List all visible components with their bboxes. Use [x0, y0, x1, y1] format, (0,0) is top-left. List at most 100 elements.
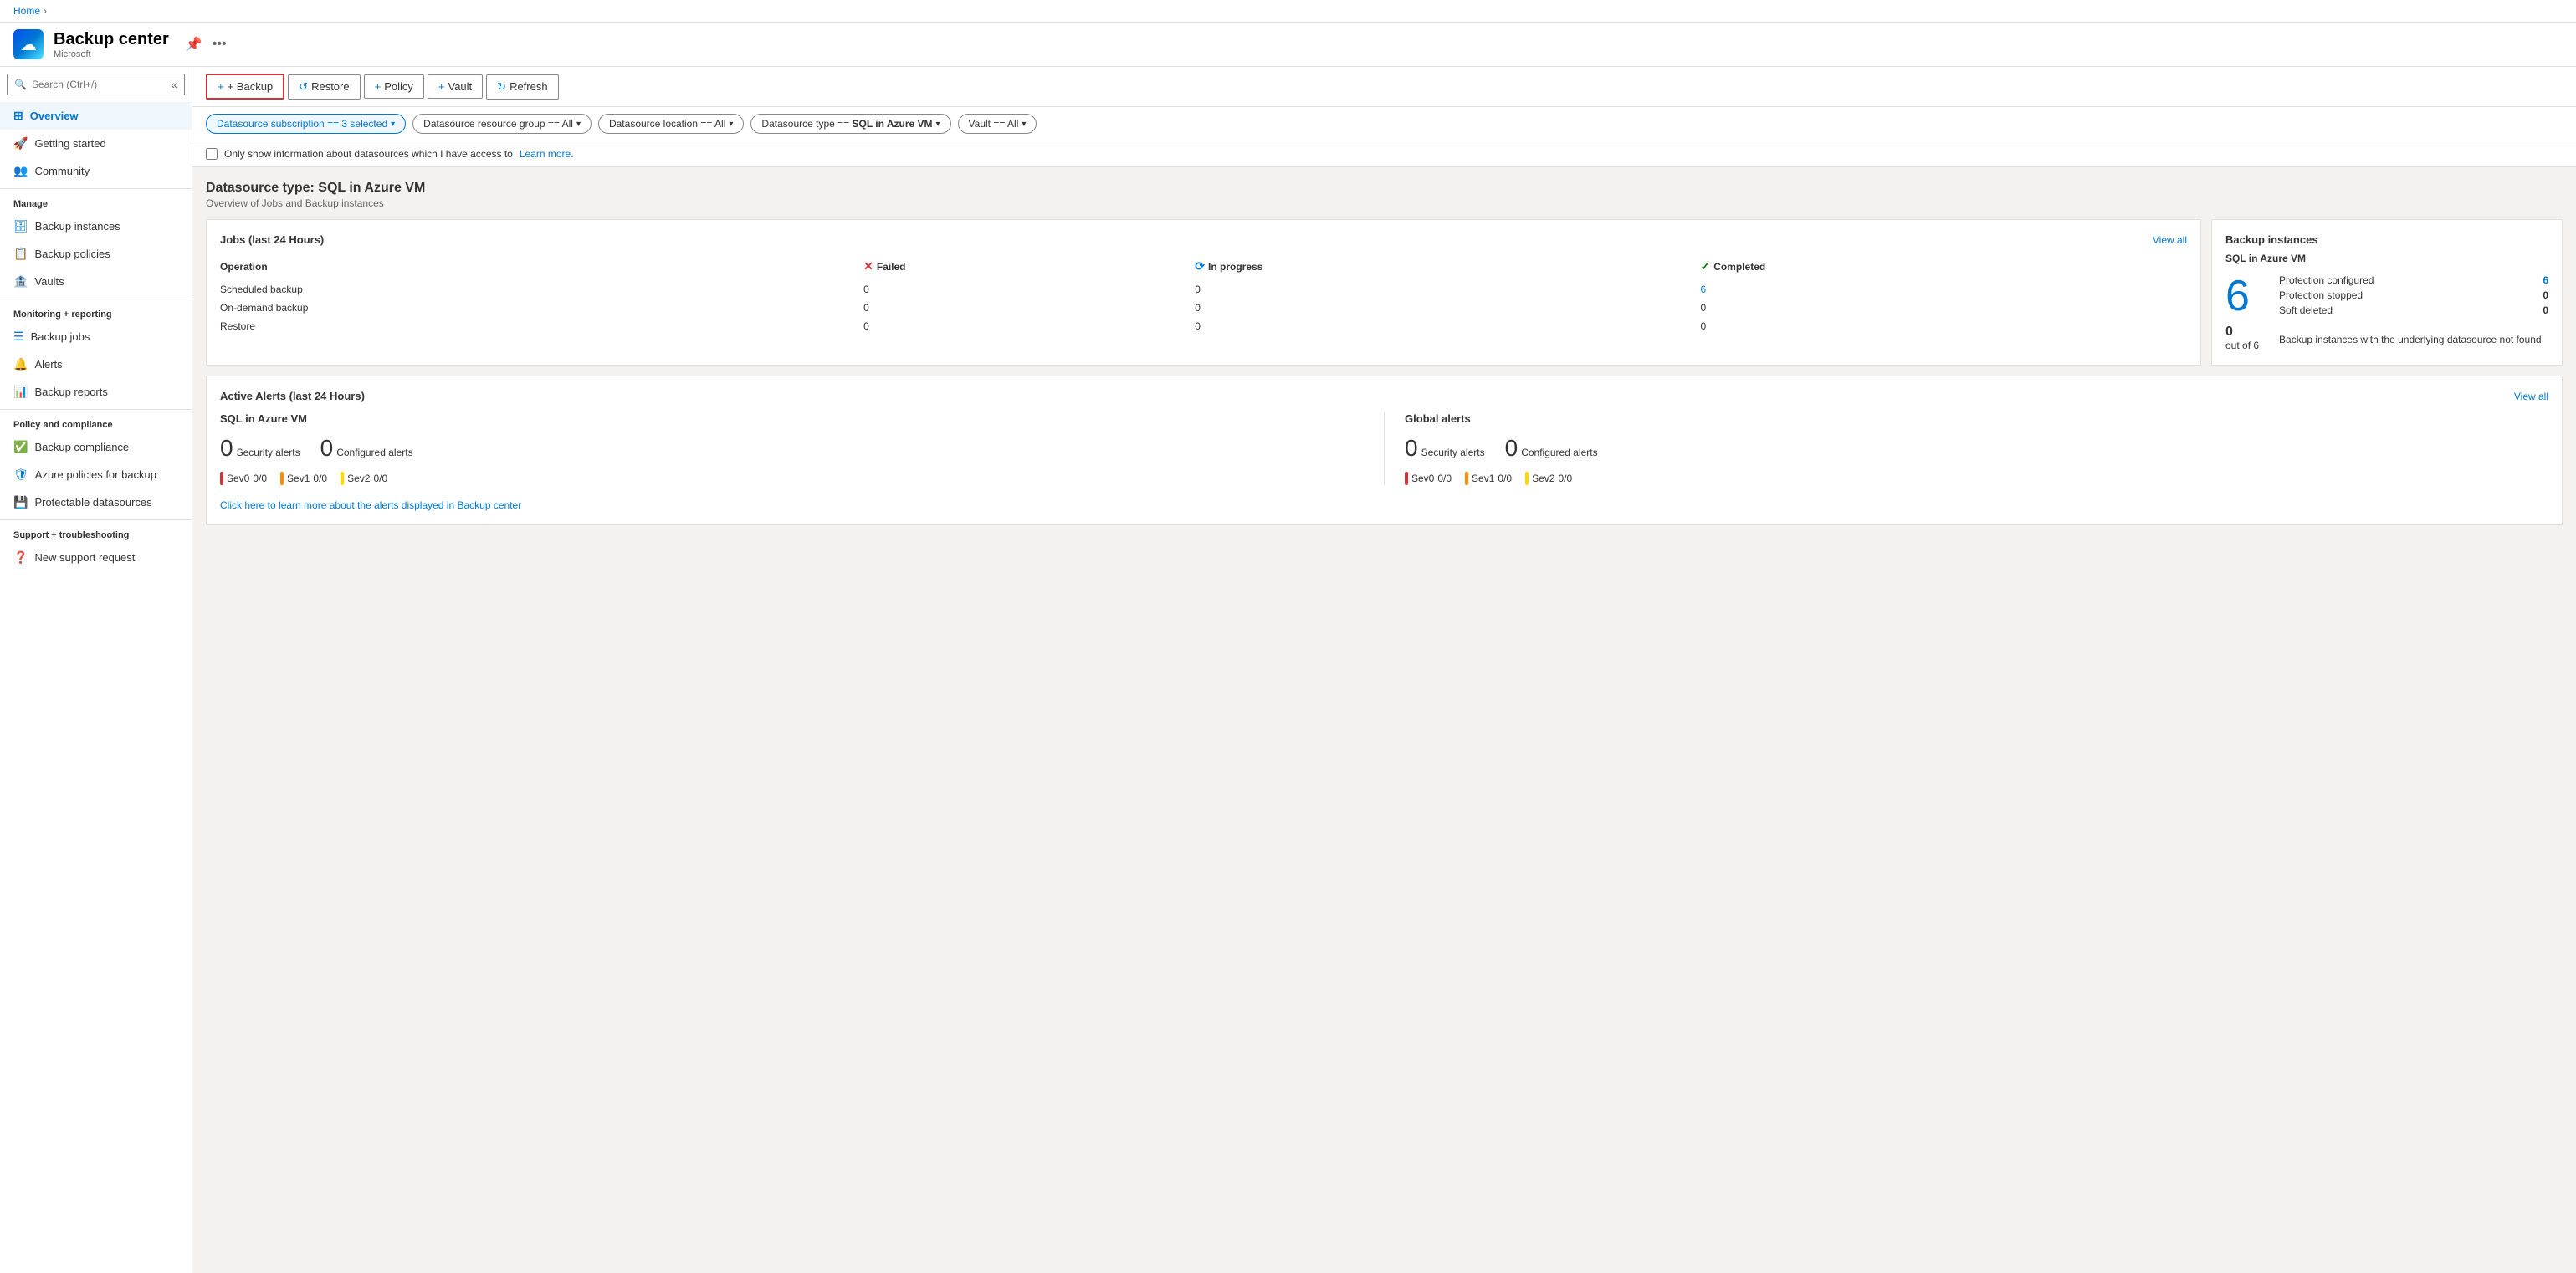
filter-subscription-chevron: ▾: [391, 120, 395, 129]
restore-button[interactable]: ↺ Restore: [288, 74, 360, 100]
collapse-icon[interactable]: «: [171, 78, 177, 91]
alerts-sql-security-label: Security alerts: [237, 447, 300, 458]
global-sev2-value: 0/0: [1558, 473, 1572, 484]
app-subtitle: Microsoft: [54, 49, 169, 59]
community-icon: 👥: [13, 164, 28, 178]
sidebar-item-vaults[interactable]: 🏦 Vaults: [0, 268, 192, 295]
backup-plus-icon: +: [218, 80, 224, 93]
jobs-inprogress-2: 0: [1195, 317, 1700, 335]
sidebar-item-community[interactable]: 👥 Community: [0, 157, 192, 185]
vault-plus-icon: +: [438, 80, 445, 93]
sidebar-item-azure-policies[interactable]: 🛡 Azure policies for backup: [0, 461, 192, 488]
datasource-subtitle: Overview of Jobs and Backup instances: [206, 197, 2563, 209]
new-support-icon: ❓: [13, 550, 28, 565]
filter-vault[interactable]: Vault == All ▾: [958, 114, 1037, 134]
pin-icon[interactable]: 📌: [186, 36, 202, 53]
bi-out-of-total: out of 6: [2225, 340, 2259, 351]
bi-datasource-type: SQL in Azure VM: [2225, 253, 2548, 264]
protectable-icon: 💾: [13, 495, 28, 509]
global-sev0-label: Sev0: [1411, 473, 1434, 484]
app-icon: ☁: [13, 29, 44, 59]
sidebar-item-backup-compliance[interactable]: ✅ Backup compliance: [0, 433, 192, 461]
sidebar-item-alerts[interactable]: 🔔 Alerts: [0, 350, 192, 378]
global-sev0-bar: [1405, 472, 1408, 485]
vault-button[interactable]: + Vault: [428, 74, 483, 99]
jobs-inprogress-0: 0: [1195, 280, 1700, 299]
sidebar-item-new-support[interactable]: ❓ New support request: [0, 544, 192, 571]
alerts-sql-configured-count: 0: [320, 435, 334, 462]
support-section-header: Support + troubleshooting: [0, 519, 192, 544]
backup-instances-card: Backup instances SQL in Azure VM 6 0 out…: [2211, 219, 2563, 366]
filter-loc-chevron: ▾: [729, 120, 733, 129]
bi-out-of-desc: Backup instances with the underlying dat…: [2279, 334, 2542, 345]
sidebar-item-backup-jobs[interactable]: ☰ Backup jobs: [0, 323, 192, 350]
alerts-global-security-count: 0: [1405, 435, 1418, 462]
jobs-col-failed: ✕ Failed: [863, 256, 1195, 280]
bi-stat-row-0: Protection configured 6: [2279, 274, 2548, 286]
sidebar-item-backup-reports[interactable]: 📊 Backup reports: [0, 378, 192, 406]
filter-subscription[interactable]: Datasource subscription == 3 selected ▾: [206, 114, 406, 134]
alerts-footer-link[interactable]: Click here to learn more about the alert…: [220, 499, 521, 511]
jobs-view-all-link[interactable]: View all: [2153, 234, 2187, 246]
monitoring-section-header: Monitoring + reporting: [0, 299, 192, 323]
global-sev2-label: Sev2: [1532, 473, 1554, 484]
sidebar-item-getting-started[interactable]: 🚀 Getting started: [0, 130, 192, 157]
search-input[interactable]: [32, 79, 166, 90]
completed-icon: ✓: [1700, 259, 1710, 274]
learn-more-link[interactable]: Learn more.: [520, 148, 574, 160]
jobs-col-operation: Operation: [220, 256, 863, 280]
breadcrumb-home[interactable]: Home: [13, 5, 40, 17]
jobs-col-in-progress: ⟳ In progress: [1195, 256, 1700, 280]
alerts-card-title: Active Alerts (last 24 Hours): [220, 390, 365, 402]
filter-type-chevron: ▾: [936, 120, 940, 129]
ellipsis-icon[interactable]: •••: [213, 37, 227, 52]
filter-resource-group[interactable]: Datasource resource group == All ▾: [412, 114, 592, 134]
alerts-global-title: Global alerts: [1405, 412, 2548, 425]
bi-stat-val-0[interactable]: 6: [2543, 274, 2548, 286]
alerts-sql-section: SQL in Azure VM 0 Security alerts 0 Conf…: [220, 412, 1384, 485]
global-sev1-label: Sev1: [1472, 473, 1494, 484]
manage-section-header: Manage: [0, 188, 192, 212]
global-sev1-value: 0/0: [1498, 473, 1512, 484]
refresh-button[interactable]: ↻ Refresh: [486, 74, 558, 100]
alerts-card: Active Alerts (last 24 Hours) View all S…: [206, 376, 2563, 525]
alerts-view-all-link[interactable]: View all: [2514, 391, 2548, 402]
policy-button[interactable]: + Policy: [364, 74, 424, 99]
jobs-failed-2: 0: [863, 317, 1195, 335]
sql-sev0-value: 0/0: [253, 473, 267, 484]
sidebar-item-protectable[interactable]: 💾 Protectable datasources: [0, 488, 192, 516]
jobs-card-title: Jobs (last 24 Hours): [220, 233, 324, 246]
policy-section-header: Policy and compliance: [0, 409, 192, 433]
backup-policies-icon: 📋: [13, 247, 28, 261]
alerts-global-configured-label: Configured alerts: [1521, 447, 1597, 458]
jobs-completed-0[interactable]: 6: [1700, 280, 2187, 299]
backup-button[interactable]: + + Backup: [206, 74, 284, 100]
jobs-operation-0: Scheduled backup: [220, 280, 863, 299]
policy-plus-icon: +: [375, 80, 382, 93]
global-sev0-value: 0/0: [1437, 473, 1452, 484]
jobs-table-row: On-demand backup 0 0 0: [220, 299, 2187, 317]
sql-sev0-bar: [220, 472, 223, 485]
jobs-completed-2: 0: [1700, 317, 2187, 335]
getting-started-icon: 🚀: [13, 136, 28, 151]
failed-icon: ✕: [863, 259, 873, 274]
refresh-icon: ↻: [497, 80, 506, 94]
sql-sev2-bar: [341, 472, 344, 485]
filter-rg-chevron: ▾: [576, 120, 581, 129]
sidebar-item-backup-policies[interactable]: 📋 Backup policies: [0, 240, 192, 268]
azure-policies-icon: 🛡: [13, 468, 28, 482]
filter-datasource-type[interactable]: Datasource type == SQL in Azure VM ▾: [750, 114, 950, 134]
sidebar-item-backup-instances[interactable]: 🗄 Backup instances: [0, 212, 192, 240]
jobs-card: Jobs (last 24 Hours) View all Operation …: [206, 219, 2201, 366]
sql-sev2-label: Sev2: [347, 473, 370, 484]
alerts-sql-severities: Sev0 0/0 Sev1 0/0 Sev2 0/0: [220, 472, 1364, 485]
access-label: Only show information about datasources …: [224, 148, 513, 160]
access-checkbox[interactable]: [206, 148, 218, 160]
bi-stat-row-2: Soft deleted 0: [2279, 304, 2548, 316]
overview-icon: ⊞: [13, 109, 23, 123]
sidebar-item-overview[interactable]: ⊞ Overview: [0, 102, 192, 130]
bi-out-val: 0: [2225, 325, 2233, 339]
filter-location[interactable]: Datasource location == All ▾: [598, 114, 744, 134]
search-icon: 🔍: [14, 79, 27, 90]
bi-stat-val-2: 0: [2543, 304, 2548, 316]
